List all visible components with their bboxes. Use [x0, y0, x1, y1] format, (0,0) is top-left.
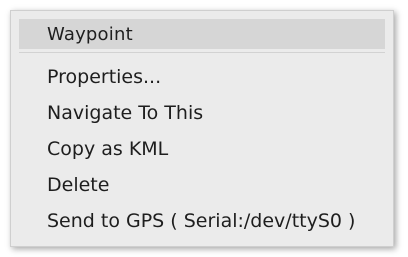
menu-item-label: Delete: [47, 174, 110, 196]
menu-separator: [19, 52, 385, 53]
menu-item-delete[interactable]: Delete: [19, 167, 385, 203]
menu-item-navigate-to-this[interactable]: Navigate To This: [19, 95, 385, 131]
menu-item-properties[interactable]: Properties...: [19, 59, 385, 95]
menu-item-label: Navigate To This: [47, 102, 204, 124]
menu-item-label: Properties...: [47, 66, 162, 88]
menu-item-copy-as-kml[interactable]: Copy as KML: [19, 131, 385, 167]
context-menu: Waypoint Properties... Navigate To This …: [10, 10, 394, 247]
menu-item-send-to-gps[interactable]: Send to GPS ( Serial:/dev/ttyS0 ): [19, 203, 385, 239]
menu-header-waypoint: Waypoint: [19, 19, 385, 49]
menu-item-label: Copy as KML: [47, 138, 169, 160]
menu-header-label: Waypoint: [47, 23, 133, 45]
menu-item-list: Properties... Navigate To This Copy as K…: [19, 59, 385, 239]
menu-item-label: Send to GPS ( Serial:/dev/ttyS0 ): [47, 210, 356, 232]
